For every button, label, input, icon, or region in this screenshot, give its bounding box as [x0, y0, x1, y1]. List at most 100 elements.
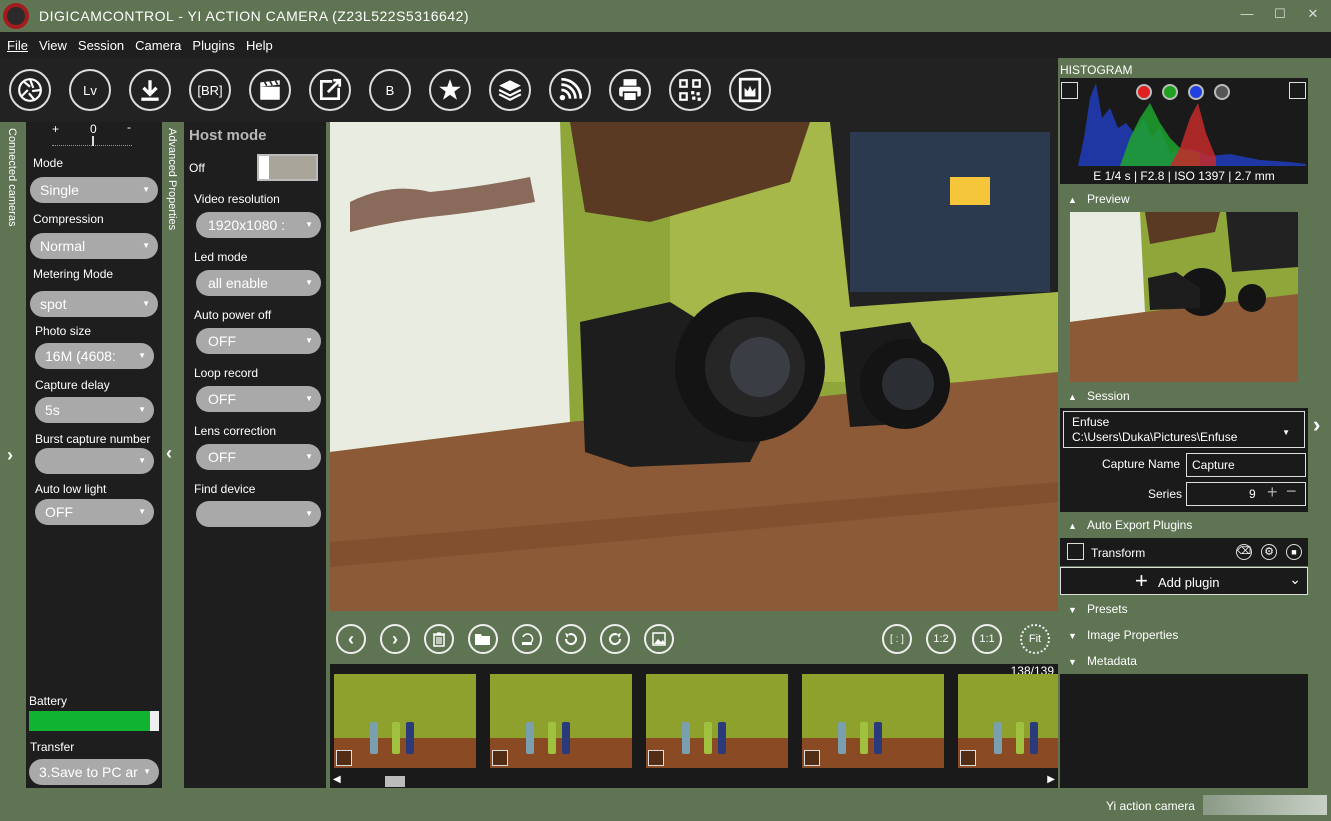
expand-right-icon[interactable]: › — [1313, 412, 1320, 438]
metadata-header[interactable]: ▼ Metadata — [1068, 654, 1137, 668]
compression-dropdown[interactable]: Normal ▼ — [30, 233, 158, 259]
image-frame-button[interactable] — [729, 69, 771, 111]
expand-left-icon[interactable]: › — [7, 445, 13, 466]
zoom-1-2-button[interactable]: 1:2 — [926, 624, 956, 654]
mode-dropdown[interactable]: Single ▼ — [30, 177, 158, 203]
thumbnail-object — [1016, 722, 1024, 754]
zoom-fit-all-button[interactable]: [ : ] — [882, 624, 912, 654]
connected-cameras-strip[interactable]: Connected cameras › — [0, 122, 26, 788]
series-stepper[interactable]: 9 + − — [1186, 481, 1306, 506]
trash-icon[interactable]: ⌫ — [1236, 544, 1252, 560]
add-plugin-button[interactable]: + Add plugin ⌄ — [1060, 567, 1308, 595]
transform-checkbox[interactable] — [1067, 543, 1084, 560]
host-mode-title: Host mode — [189, 127, 267, 144]
bracketing-button[interactable]: [BR] — [189, 69, 231, 111]
stop-icon[interactable]: ■ — [1286, 544, 1302, 560]
lens-correction-dropdown[interactable]: OFF ▼ — [196, 444, 321, 470]
histogram-panel: E 1/4 s | F2.8 | ISO 1397 | 2.7 mm — [1060, 78, 1308, 184]
image-frame-icon — [738, 77, 762, 103]
delete-button[interactable] — [424, 624, 454, 654]
auto-low-light-dropdown[interactable]: OFF ▼ — [35, 499, 154, 525]
loop-record-dropdown[interactable]: OFF ▼ — [196, 386, 321, 412]
thumbnail-checkbox[interactable] — [648, 750, 664, 766]
next-button[interactable]: › — [380, 624, 410, 654]
qr-code-button[interactable] — [669, 69, 711, 111]
burst-capture-number-dropdown[interactable]: ▼ — [35, 448, 154, 474]
preview-header[interactable]: ▲ Preview — [1068, 192, 1130, 206]
thumbnail[interactable] — [802, 674, 944, 768]
photo-size-dropdown[interactable]: 16M (4608: ▼ — [35, 343, 154, 369]
zoom-fit-button[interactable]: Fit — [1020, 624, 1050, 654]
chevron-left-icon: ‹ — [348, 628, 354, 649]
increment-icon[interactable]: + — [1267, 482, 1278, 503]
scroll-left-icon[interactable]: ◀ — [333, 774, 341, 785]
collapse-advanced-icon[interactable]: ‹ — [166, 443, 172, 464]
layers-button[interactable] — [489, 69, 531, 111]
capture-aperture-button[interactable] — [9, 69, 51, 111]
bulb-mode-button[interactable]: B — [369, 69, 411, 111]
thumbnail-checkbox[interactable] — [960, 750, 976, 766]
scrollbar-thumb[interactable] — [385, 776, 405, 787]
menu-camera[interactable]: Camera — [135, 38, 181, 53]
image-properties-header[interactable]: ▼ Image Properties — [1068, 628, 1178, 642]
menu-plugins[interactable]: Plugins — [192, 38, 235, 53]
movie-button[interactable] — [249, 69, 291, 111]
thumbnail-checkbox[interactable] — [492, 750, 508, 766]
thumbnail[interactable] — [490, 674, 632, 768]
led-mode-dropdown[interactable]: all enable ▼ — [196, 270, 321, 296]
session-header[interactable]: ▲ Session — [1068, 389, 1130, 403]
capture-delay-dropdown[interactable]: 5s ▼ — [35, 397, 154, 423]
menu-help[interactable]: Help — [246, 38, 273, 53]
menu-view[interactable]: View — [39, 38, 67, 53]
download-button[interactable] — [129, 69, 171, 111]
maximize-button[interactable]: ☐ — [1270, 6, 1290, 26]
menu-file[interactable]: File — [7, 38, 28, 53]
favorite-button[interactable] — [429, 69, 471, 111]
thumbnail-object — [562, 722, 570, 754]
luminance-channel-toggle[interactable] — [1214, 84, 1230, 100]
blue-channel-toggle[interactable] — [1188, 84, 1204, 100]
thumbnail-checkbox[interactable] — [804, 750, 820, 766]
host-mode-toggle[interactable] — [257, 154, 318, 181]
thumbnail-scrollbar[interactable]: ◀ ▶ — [330, 774, 1058, 788]
gear-icon[interactable]: ⚙ — [1261, 544, 1277, 560]
rotate-right-icon — [609, 633, 622, 646]
thumbnail[interactable] — [334, 674, 476, 768]
print-button[interactable] — [609, 69, 651, 111]
video-resolution-dropdown[interactable]: 1920x1080 : ▼ — [196, 212, 321, 238]
auto-export-header[interactable]: ▲ Auto Export Plugins — [1068, 518, 1192, 532]
wifi-button[interactable] — [549, 69, 591, 111]
image-edit-button[interactable] — [644, 624, 674, 654]
restore-button[interactable] — [512, 624, 542, 654]
green-channel-toggle[interactable] — [1162, 84, 1178, 100]
open-folder-button[interactable] — [468, 624, 498, 654]
zoom-1-1-button[interactable]: 1:1 — [972, 624, 1002, 654]
rotate-right-button[interactable] — [600, 624, 630, 654]
metering-mode-dropdown[interactable]: spot ▼ — [30, 291, 158, 317]
find-device-dropdown[interactable]: ▼ — [196, 501, 321, 527]
chevron-down-icon: ▼ — [305, 278, 313, 287]
chevron-down-icon: ▼ — [305, 336, 313, 345]
red-channel-toggle[interactable] — [1136, 84, 1152, 100]
transfer-dropdown[interactable]: 3.Save to PC ar ▼ — [29, 759, 159, 785]
previous-button[interactable]: ‹ — [336, 624, 366, 654]
thumbnail[interactable] — [646, 674, 788, 768]
scroll-right-icon[interactable]: ▶ — [1047, 774, 1055, 785]
menu-session[interactable]: Session — [78, 38, 124, 53]
minimize-button[interactable]: — — [1237, 6, 1257, 26]
thumbnail-checkbox[interactable] — [336, 750, 352, 766]
advanced-properties-strip[interactable]: Advanced Properties ‹ — [162, 122, 184, 788]
exposure-compensation-scale[interactable]: + 0 - — [52, 120, 132, 148]
close-button[interactable]: ✕ — [1303, 6, 1323, 26]
capture-name-input[interactable]: Capture — [1186, 453, 1306, 477]
presets-header[interactable]: ▼ Presets — [1068, 602, 1128, 616]
auto-power-off-dropdown[interactable]: OFF ▼ — [196, 328, 321, 354]
session-dropdown[interactable]: Enfuse C:\Users\Duka\Pictures\Enfuse ▼ — [1063, 411, 1305, 448]
thumbnail[interactable] — [958, 674, 1058, 768]
rotate-left-button[interactable] — [556, 624, 586, 654]
preview-image[interactable] — [1070, 212, 1298, 382]
main-image-viewer[interactable] — [330, 122, 1058, 611]
decrement-icon[interactable]: − — [1286, 481, 1297, 502]
live-view-button[interactable]: Lv — [69, 69, 111, 111]
export-button[interactable] — [309, 69, 351, 111]
